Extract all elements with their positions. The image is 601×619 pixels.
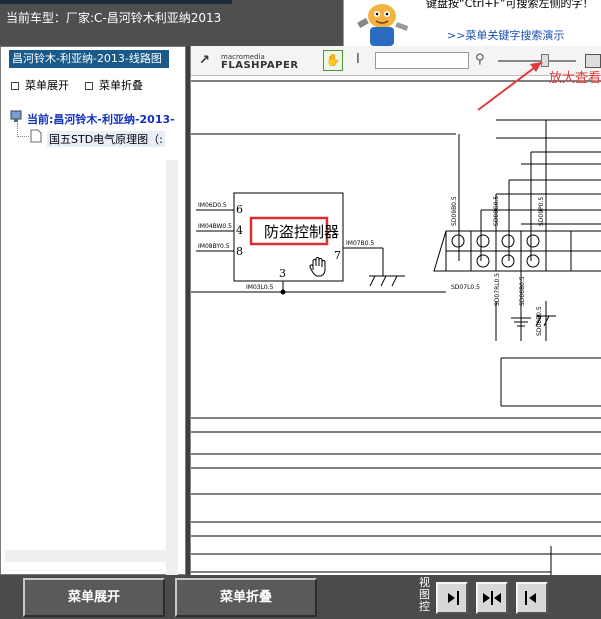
flashpaper-logo-icon: ↗ xyxy=(199,53,210,68)
view-control-label: 视图控 xyxy=(419,576,430,613)
pin-3: 3 xyxy=(279,267,286,280)
wire-label-sd08b: SD08B0.5 xyxy=(536,306,543,336)
wire-label-im06d: IM06D0.5 xyxy=(198,202,227,209)
search-demo-link[interactable]: >>菜单关键字搜索演示 xyxy=(447,27,564,43)
text-select-tool-button[interactable]: I xyxy=(356,52,360,67)
tree-connector xyxy=(17,123,29,137)
pin-6: 6 xyxy=(236,203,243,216)
wire-label-sd09b: SD09B0.5 xyxy=(451,196,458,226)
tree-child-item[interactable]: 国五STD电气原理图（: xyxy=(47,131,165,147)
wire-label-sd06b: SD06B0.5 xyxy=(519,276,526,306)
menu-collapse-label: 菜单折叠 xyxy=(99,79,143,92)
sidebar-horizontal-scrollbar[interactable] xyxy=(5,550,168,562)
view-expand-left-button[interactable] xyxy=(516,582,548,614)
wire-label-im03l: IM03L0.5 xyxy=(246,284,274,291)
bottom-collapse-button[interactable]: 菜单折叠 xyxy=(175,578,317,617)
top-header-strip xyxy=(0,0,232,4)
bottom-toolbar: 菜单展开 菜单折叠 视图控 xyxy=(0,575,601,619)
arrows-center-icon xyxy=(483,591,501,605)
menu-collapse-link[interactable]: 菜单折叠 xyxy=(85,77,143,93)
wire-label-im08by: IM08BY0.5 xyxy=(198,243,230,250)
pin-7: 7 xyxy=(334,249,341,262)
pin-4: 4 xyxy=(236,224,243,237)
bottom-expand-button[interactable]: 菜单展开 xyxy=(23,578,165,617)
view-expand-right-button[interactable] xyxy=(436,582,468,614)
hand-tool-button[interactable]: ✋ xyxy=(323,50,343,71)
viewer-search-input[interactable] xyxy=(375,52,469,69)
document-viewer: ↗ macromedia FLASHPAPER ✋ I ⚲ 防盗控制器 6 4 … xyxy=(190,46,601,575)
flashpaper-logo-big: FLASHPAPER xyxy=(221,60,299,71)
tree-root-item[interactable]: 当前:昌河铃木-利亚纳-2013- xyxy=(27,111,175,127)
wire-label-sd09p: SD09P0.5 xyxy=(538,197,545,226)
wire-label-im04bw: IM04BW0.5 xyxy=(198,223,232,230)
hand-cursor-icon xyxy=(309,257,326,277)
menu-expand-label: 菜单展开 xyxy=(25,79,69,92)
help-text: 键盘按“Ctrl+F”可搜索左侧的字！ xyxy=(426,0,594,10)
view-center-button[interactable] xyxy=(476,582,508,614)
sidebar-vertical-scrollbar[interactable] xyxy=(166,160,178,580)
zoom-hint-label: 放大查看 xyxy=(549,71,601,86)
mascot-icon xyxy=(357,4,409,46)
document-icon xyxy=(30,129,42,143)
menu-expand-link[interactable]: 菜单展开 xyxy=(11,77,69,93)
current-car-model-label: 当前车型：厂家:C-昌河铃木利亚纳2013 xyxy=(6,11,222,25)
wire-label-sd07l: SD07L0.5 xyxy=(451,284,480,291)
pin-8: 8 xyxy=(236,245,243,258)
arrow-left-bar-icon xyxy=(525,591,536,605)
menu-sidebar: 昌河铃木-利亚纳-2013-线路图 菜单展开 菜单折叠 当前:昌河铃木-利亚纳-… xyxy=(0,46,186,580)
wire-label-im07b: IM07B0.5 xyxy=(346,240,374,247)
sidebar-title: 昌河铃木-利亚纳-2013-线路图 xyxy=(9,50,169,68)
expand-icon xyxy=(11,82,19,90)
arrow-right-bar-icon xyxy=(448,591,459,605)
wire-label-sd07rl: SD07RL0.5 xyxy=(494,273,501,306)
collapse-icon xyxy=(85,82,93,90)
wiring-schematic: 防盗控制器 6 4 8 3 7 IM06D0.5 IM04BW0.5 IM08B… xyxy=(191,80,601,575)
module-label: 防盗控制器 xyxy=(264,223,339,241)
wire-label-sd08g: SD08G0.5 xyxy=(493,196,500,226)
tree-root-icon xyxy=(10,110,22,122)
top-header: 当前车型：厂家:C-昌河铃木利亚纳2013 键盘按“Ctrl+F”可搜索左侧的字… xyxy=(0,0,601,46)
